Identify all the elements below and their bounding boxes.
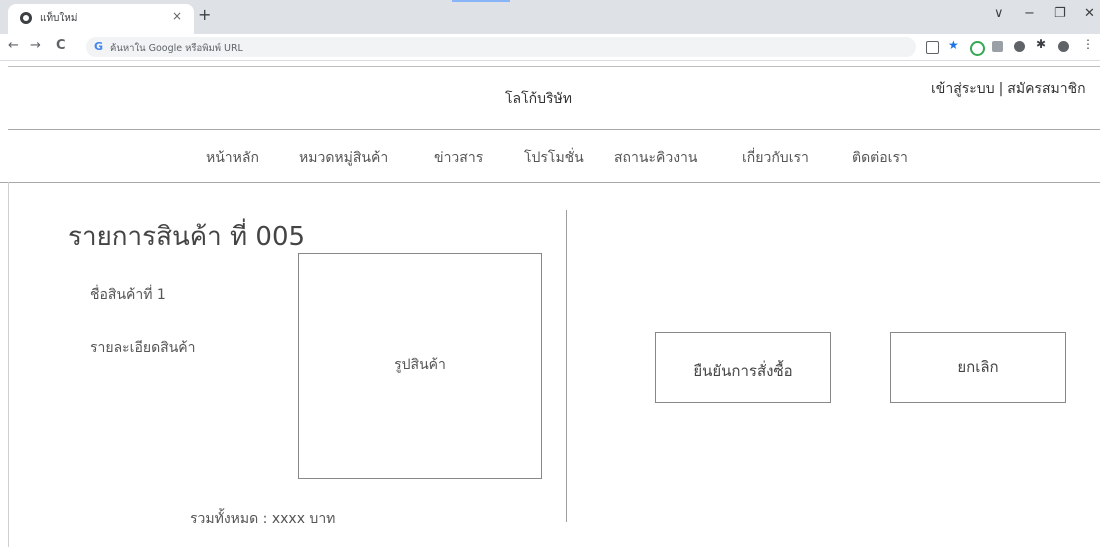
order-total: รวมทั้งหมด : xxxx บาท — [190, 511, 336, 527]
nav-news[interactable]: ข่าวสาร — [434, 147, 483, 169]
extensions-puzzle-icon[interactable]: ✱ — [1036, 37, 1047, 51]
auth-separator: | — [998, 81, 1004, 97]
chrome-favicon-icon — [20, 12, 32, 24]
cancel-button[interactable]: ยกเลิก — [890, 332, 1066, 403]
nav-categories[interactable]: หมวดหมู่สินค้า — [299, 147, 388, 169]
restore-icon[interactable]: ❐ — [1054, 6, 1066, 21]
forward-icon[interactable]: → — [30, 38, 41, 53]
nav-queue-status[interactable]: สถานะคิวงาน — [614, 147, 697, 169]
new-tab-button[interactable]: + — [198, 5, 211, 24]
share-icon[interactable] — [926, 41, 939, 54]
product-image: รูปสินค้า — [298, 253, 542, 479]
close-window-icon[interactable]: ✕ — [1084, 6, 1095, 21]
nav-about[interactable]: เกี่ยวกับเรา — [742, 147, 809, 169]
minimize-icon[interactable]: − — [1024, 6, 1035, 21]
tabstrip-accent — [452, 0, 510, 2]
product-image-label: รูปสินค้า — [394, 357, 446, 373]
register-link[interactable]: สมัครสมาชิก — [1007, 81, 1085, 97]
back-icon[interactable]: ← — [8, 38, 19, 53]
browser-toolbar: ← → C G ค้นหาใน Google หรือพิมพ์ URL ★ ✱… — [0, 34, 1100, 61]
google-icon: G — [94, 40, 104, 53]
extension-dot-icon[interactable] — [1014, 41, 1025, 52]
confirm-order-label: ยืนยันการสั่งซื้อ — [693, 362, 793, 380]
nav-contact[interactable]: ติดต่อเรา — [852, 147, 908, 169]
profile-avatar-icon[interactable] — [1058, 41, 1069, 52]
bookmark-star-icon[interactable]: ★ — [948, 38, 959, 52]
browser-tabstrip: แท็บใหม่ × + ∨ − ❐ ✕ — [0, 0, 1100, 34]
product-detail: รายละเอียดสินค้า — [90, 340, 196, 356]
auth-links: เข้าสู่ระบบ | สมัครสมาชิก — [931, 78, 1086, 100]
address-bar-placeholder: ค้นหาใน Google หรือพิมพ์ URL — [110, 43, 243, 54]
browser-tab[interactable]: แท็บใหม่ × — [8, 4, 194, 34]
extension-square-icon[interactable] — [992, 41, 1003, 52]
nav-home[interactable]: หน้าหลัก — [206, 147, 259, 169]
confirm-order-button[interactable]: ยืนยันการสั่งซื้อ — [655, 332, 831, 403]
company-logo[interactable]: โลโก้บริษัท — [505, 88, 572, 110]
product-name: ชื่อสินค้าที่ 1 — [90, 287, 166, 303]
tab-close-icon[interactable]: × — [172, 9, 182, 23]
browser-menu-icon[interactable]: ⋮ — [1082, 37, 1094, 51]
tab-search-icon[interactable]: ∨ — [994, 6, 1004, 21]
login-link[interactable]: เข้าสู่ระบบ — [931, 81, 995, 97]
cancel-label: ยกเลิก — [957, 358, 999, 376]
content-left-border — [8, 182, 9, 547]
reload-icon[interactable]: C — [56, 38, 66, 53]
tab-title: แท็บใหม่ — [40, 13, 78, 24]
nav-promotions[interactable]: โปรโมชั่น — [524, 147, 584, 169]
extension-circle-icon[interactable] — [970, 41, 985, 56]
address-bar[interactable]: G ค้นหาใน Google หรือพิมพ์ URL — [86, 37, 916, 57]
product-list-title: รายการสินค้า ที่ 005 — [68, 222, 306, 252]
vertical-divider — [566, 210, 567, 522]
main-nav: หน้าหลัก หมวดหมู่สินค้า ข่าวสาร โปรโมชั่… — [0, 130, 1100, 183]
